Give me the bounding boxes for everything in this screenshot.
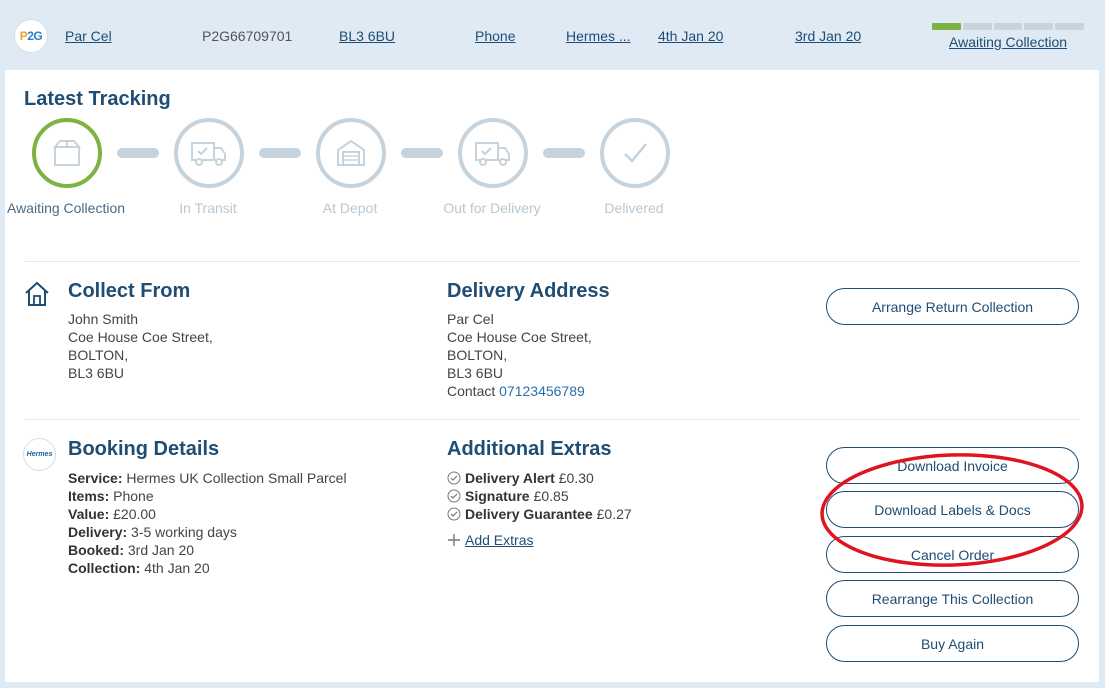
plus-icon [448,534,460,546]
add-extras-link[interactable]: Add Extras [447,531,632,549]
booking-details-title: Booking Details [68,438,220,460]
collect-street: Coe House Coe Street, [68,329,213,345]
order-id: P2G66709701 [202,28,293,44]
collect-from-title: Collect From [68,280,191,302]
extra-item: Signature £0.85 [447,487,632,505]
collect-city: BOLTON, [68,347,129,363]
truck-icon [475,142,510,166]
delivery-address: Par Cel Coe House Coe Street, BOLTON, BL… [447,310,592,400]
booking-delivery: Delivery: 3-5 working days [68,524,237,540]
collect-address: John Smith Coe House Coe Street, BOLTON,… [68,310,213,382]
arrange-return-collection-button[interactable]: Arrange Return Collection [826,288,1079,325]
delivery-contact: Contact 07123456789 [447,382,592,400]
collect-name: John Smith [68,311,139,327]
buy-again-button[interactable]: Buy Again [826,625,1079,662]
order-summary-bar: P2G Par Cel P2G66709701 BL3 6BU Phone He… [0,0,1105,70]
step-label: In Transit [179,200,237,216]
delivery-address-title: Delivery Address [447,280,610,302]
truck-icon [191,142,226,166]
cancel-order-button[interactable]: Cancel Order [826,536,1079,573]
booking-items: Items: Phone [68,488,154,504]
add-extras-label[interactable]: Add Extras [465,531,533,549]
box-icon [52,140,82,166]
step-connector [259,148,301,158]
check-circle-icon [447,489,461,503]
hermes-logo: Hermes [23,438,56,471]
step-label: Out for Delivery [443,200,541,216]
progress-segment [1055,23,1084,30]
delivery-city: BOLTON, [447,347,508,363]
step-label: At Depot [322,200,378,216]
download-invoice-button[interactable]: Download Invoice [826,447,1079,484]
extras-list: Delivery Alert £0.30 Signature £0.85 Deliv… [447,469,632,549]
step-connector [401,148,443,158]
booked-date-link[interactable]: 3rd Jan 20 [795,28,861,44]
section-divider [25,261,1080,262]
extra-item: Delivery Guarantee £0.27 [447,505,632,523]
collect-postcode: BL3 6BU [68,365,125,381]
p2g-logo: P2G [14,19,48,53]
delivery-postcode: BL3 6BU [447,365,504,381]
tracking-title: Latest Tracking [24,88,171,110]
postcode-link[interactable]: BL3 6BU [339,28,395,44]
section-divider [25,419,1080,420]
step-in-transit [174,118,244,188]
contact-label: Contact [447,383,496,399]
extra-item: Delivery Alert £0.30 [447,469,632,487]
status-link[interactable]: Awaiting Collection [949,34,1067,50]
booking-collection: Collection: 4th Jan 20 [68,560,210,576]
booking-details-list: Service: Hermes UK Collection Small Parc… [68,469,347,577]
check-circle-icon [447,471,461,485]
step-connector [117,148,159,158]
contact-phone-link[interactable]: 07123456789 [499,383,585,399]
progress-segment [962,23,992,30]
collection-date-link[interactable]: 4th Jan 20 [658,28,723,44]
rearrange-collection-button[interactable]: Rearrange This Collection [826,580,1079,617]
courier-link[interactable]: Hermes ... [566,28,631,44]
booking-value: Value: £20.00 [68,506,156,522]
additional-extras-title: Additional Extras [447,438,612,460]
step-connector [543,148,585,158]
progress-segment [1024,23,1054,30]
status-progress-bar [932,23,1084,30]
progress-segment [932,23,961,30]
recipient-link[interactable]: Par Cel [65,28,112,44]
item-link[interactable]: Phone [475,28,515,44]
step-label: Delivered [604,200,664,216]
booking-booked: Booked: 3rd Jan 20 [68,542,195,558]
house-icon [25,281,49,306]
progress-segment [993,23,1023,30]
booking-service: Service: Hermes UK Collection Small Parc… [68,470,347,486]
delivery-street: Coe House Coe Street, [447,329,592,345]
step-at-depot [316,118,386,188]
delivery-name: Par Cel [447,311,494,327]
download-labels-docs-button[interactable]: Download Labels & Docs [826,491,1079,528]
step-delivered [600,118,670,188]
order-detail-panel: Latest Tracking Awaiting Collection In T… [5,70,1099,682]
step-out-for-delivery [458,118,528,188]
check-circle-icon [447,507,461,521]
depot-icon [337,139,365,166]
step-awaiting-collection [32,118,102,188]
checkmark-icon [624,143,647,163]
step-label: Awaiting Collection [6,200,126,216]
